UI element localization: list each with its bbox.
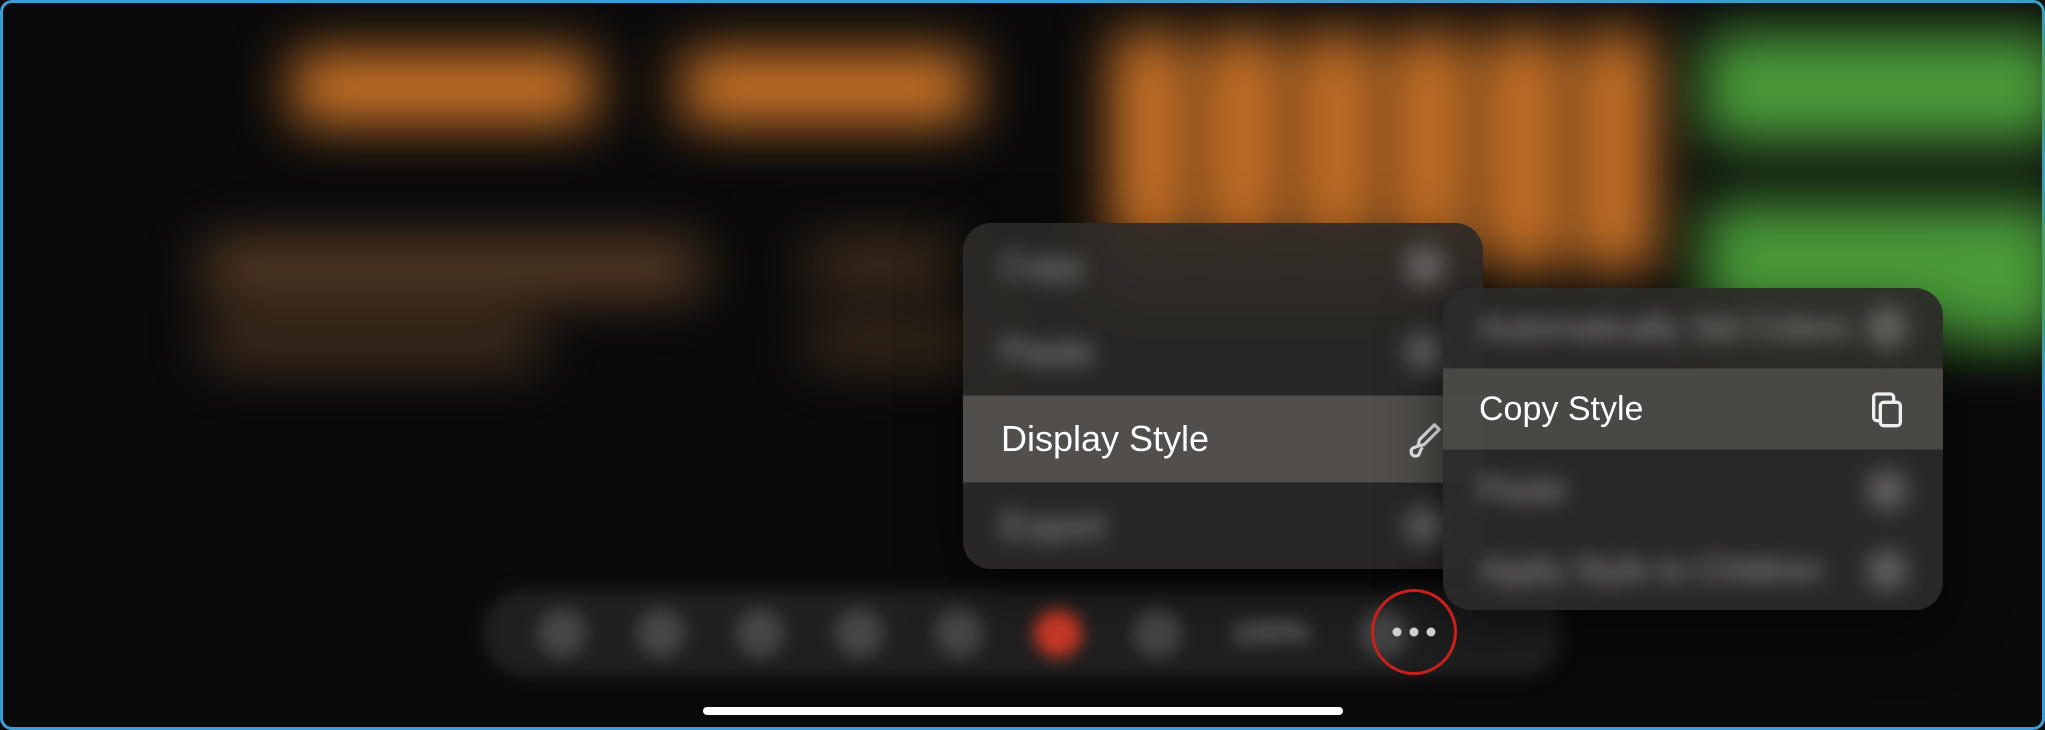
menu-item-label: Copy — [1001, 245, 1085, 287]
copy-icon — [1405, 246, 1445, 286]
paste-icon — [1867, 470, 1907, 510]
submenu-item-apply-children[interactable]: Apply Style to Children — [1443, 530, 1943, 610]
menu-item-display-style[interactable]: Display Style — [963, 396, 1483, 482]
toolbar-tool-2[interactable] — [637, 609, 685, 657]
brush-icon — [1405, 419, 1445, 459]
more-icon — [1393, 628, 1436, 637]
sparkle-icon — [1867, 308, 1907, 348]
context-menu: Copy Paste Display Style Export — [963, 223, 1483, 569]
more-options-button[interactable] — [1371, 589, 1457, 675]
submenu-item-copy-style[interactable]: Copy Style — [1443, 369, 1943, 449]
external-link-icon — [1405, 506, 1445, 546]
paste-icon — [1405, 332, 1445, 372]
menu-item-label: Paste — [1001, 331, 1093, 373]
menu-item-copy[interactable]: Copy — [963, 223, 1483, 309]
submenu-item-auto-colors[interactable]: Automatically Set Colors — [1443, 288, 1943, 368]
display-style-submenu: Automatically Set Colors Copy Style Past… — [1443, 288, 1943, 610]
menu-item-paste[interactable]: Paste — [963, 309, 1483, 395]
home-indicator[interactable] — [703, 707, 1343, 715]
toolbar-zoom-out[interactable] — [1133, 609, 1181, 657]
toolbar-zoom-level: 100% — [1232, 616, 1309, 650]
menu-item-export[interactable]: Export — [963, 483, 1483, 569]
copy-icon — [1867, 389, 1907, 429]
menu-item-label: Apply Style to Children — [1479, 551, 1823, 590]
toolbar-record-button[interactable] — [1034, 609, 1082, 657]
toolbar-tool-1[interactable] — [538, 609, 586, 657]
menu-item-label: Export — [1001, 505, 1105, 547]
menu-item-label: Paste — [1479, 471, 1566, 510]
toolbar-tool-4[interactable] — [835, 609, 883, 657]
menu-item-label: Display Style — [1001, 418, 1209, 460]
menu-item-label: Automatically Set Colors — [1479, 309, 1849, 348]
menu-item-label: Copy Style — [1479, 390, 1643, 429]
arrow-down-icon — [1867, 550, 1907, 590]
toolbar-tool-5[interactable] — [935, 609, 983, 657]
submenu-item-paste[interactable]: Paste — [1443, 450, 1943, 530]
toolbar-tool-3[interactable] — [736, 609, 784, 657]
